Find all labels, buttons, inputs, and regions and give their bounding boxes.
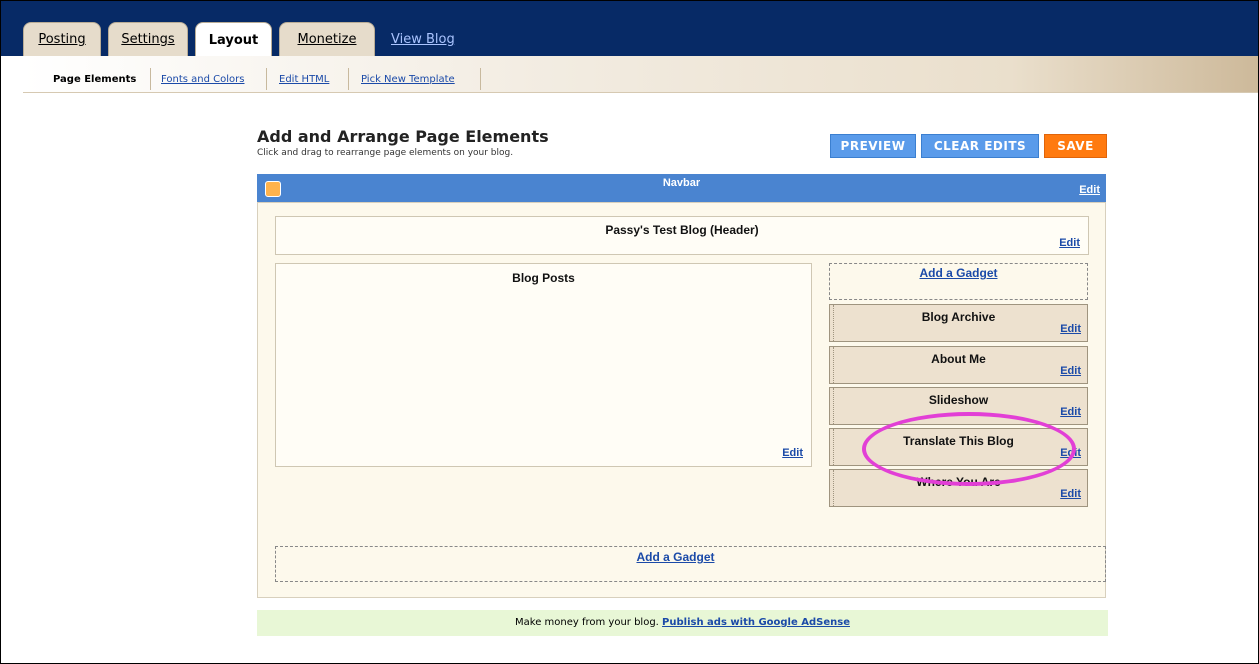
sub-tab-bar: Page Elements Fonts and Colors Edit HTML… <box>23 56 1258 93</box>
gadget-edit-link[interactable]: Edit <box>1060 365 1081 377</box>
subtab-separator <box>266 68 267 90</box>
preview-button[interactable]: PREVIEW <box>830 134 916 158</box>
gadget-edit-link[interactable]: Edit <box>1060 323 1081 335</box>
header-edit-link[interactable]: Edit <box>1059 237 1080 249</box>
blog-posts-title: Blog Posts <box>512 271 575 285</box>
gadget-translate-this-blog[interactable]: Translate This Blog Edit <box>829 428 1088 466</box>
subtab-pick-template[interactable]: Pick New Template <box>361 74 455 85</box>
blog-posts-element[interactable]: Blog Posts Edit <box>275 263 812 467</box>
page-frame: Posting Settings Layout Monetize View Bl… <box>0 0 1259 664</box>
gadget-edit-link[interactable]: Edit <box>1060 447 1081 459</box>
gadget-title: Where You Are <box>916 475 1001 489</box>
tab-layout[interactable]: Layout <box>195 22 272 57</box>
gadget-slideshow[interactable]: Slideshow Edit <box>829 387 1088 425</box>
sidebar-add-gadget-link[interactable]: Add a Gadget <box>830 266 1087 280</box>
navbar-element[interactable]: Navbar Edit <box>257 174 1106 202</box>
adsense-text: Make money from your blog. <box>515 617 659 628</box>
subtab-page-elements[interactable]: Page Elements <box>53 74 136 85</box>
subtab-separator <box>348 68 349 90</box>
subtab-fonts-colors[interactable]: Fonts and Colors <box>161 74 244 85</box>
gadget-about-me[interactable]: About Me Edit <box>829 346 1088 384</box>
adsense-banner: Make money from your blog. Publish ads w… <box>257 610 1108 636</box>
tab-posting[interactable]: Posting <box>23 22 101 56</box>
save-button[interactable]: SAVE <box>1044 134 1107 158</box>
gadget-title: Blog Archive <box>921 310 996 324</box>
navbar-title: Navbar <box>662 177 701 189</box>
gadget-edit-link[interactable]: Edit <box>1060 488 1081 500</box>
top-tab-bar: Posting Settings Layout Monetize View Bl… <box>1 1 1258 57</box>
header-title: Passy's Test Blog (Header) <box>605 223 759 237</box>
gadget-title: About Me <box>931 352 986 366</box>
subtab-edit-html[interactable]: Edit HTML <box>279 74 329 85</box>
footer-add-gadget-link[interactable]: Add a Gadget <box>261 550 1090 564</box>
header-element[interactable]: Passy's Test Blog (Header) Edit <box>275 216 1089 255</box>
gadget-blog-archive[interactable]: Blog Archive Edit <box>829 304 1088 342</box>
adsense-link[interactable]: Publish ads with Google AdSense <box>662 617 850 628</box>
gadget-where-you-are[interactable]: Where You Are Edit <box>829 469 1088 507</box>
blog-posts-edit-link[interactable]: Edit <box>782 447 803 459</box>
tab-monetize[interactable]: Monetize <box>279 22 375 56</box>
gadget-edit-link[interactable]: Edit <box>1060 406 1081 418</box>
gadget-title: Translate This Blog <box>903 434 1014 448</box>
subtab-separator <box>480 68 481 90</box>
page-title: Add and Arrange Page Elements <box>257 127 549 146</box>
navbar-edit-link[interactable]: Edit <box>1079 184 1100 196</box>
gadget-title: Slideshow <box>928 393 989 407</box>
page-subtitle: Click and drag to rearrange page element… <box>257 148 514 158</box>
subtab-separator <box>150 68 151 90</box>
view-blog-link[interactable]: View Blog <box>391 32 455 47</box>
tab-settings[interactable]: Settings <box>108 22 188 56</box>
clear-edits-button[interactable]: CLEAR EDITS <box>921 134 1039 158</box>
footer-add-gadget-zone[interactable]: Add a Gadget <box>275 546 1106 582</box>
sidebar-add-gadget-zone[interactable]: Add a Gadget <box>829 263 1088 300</box>
